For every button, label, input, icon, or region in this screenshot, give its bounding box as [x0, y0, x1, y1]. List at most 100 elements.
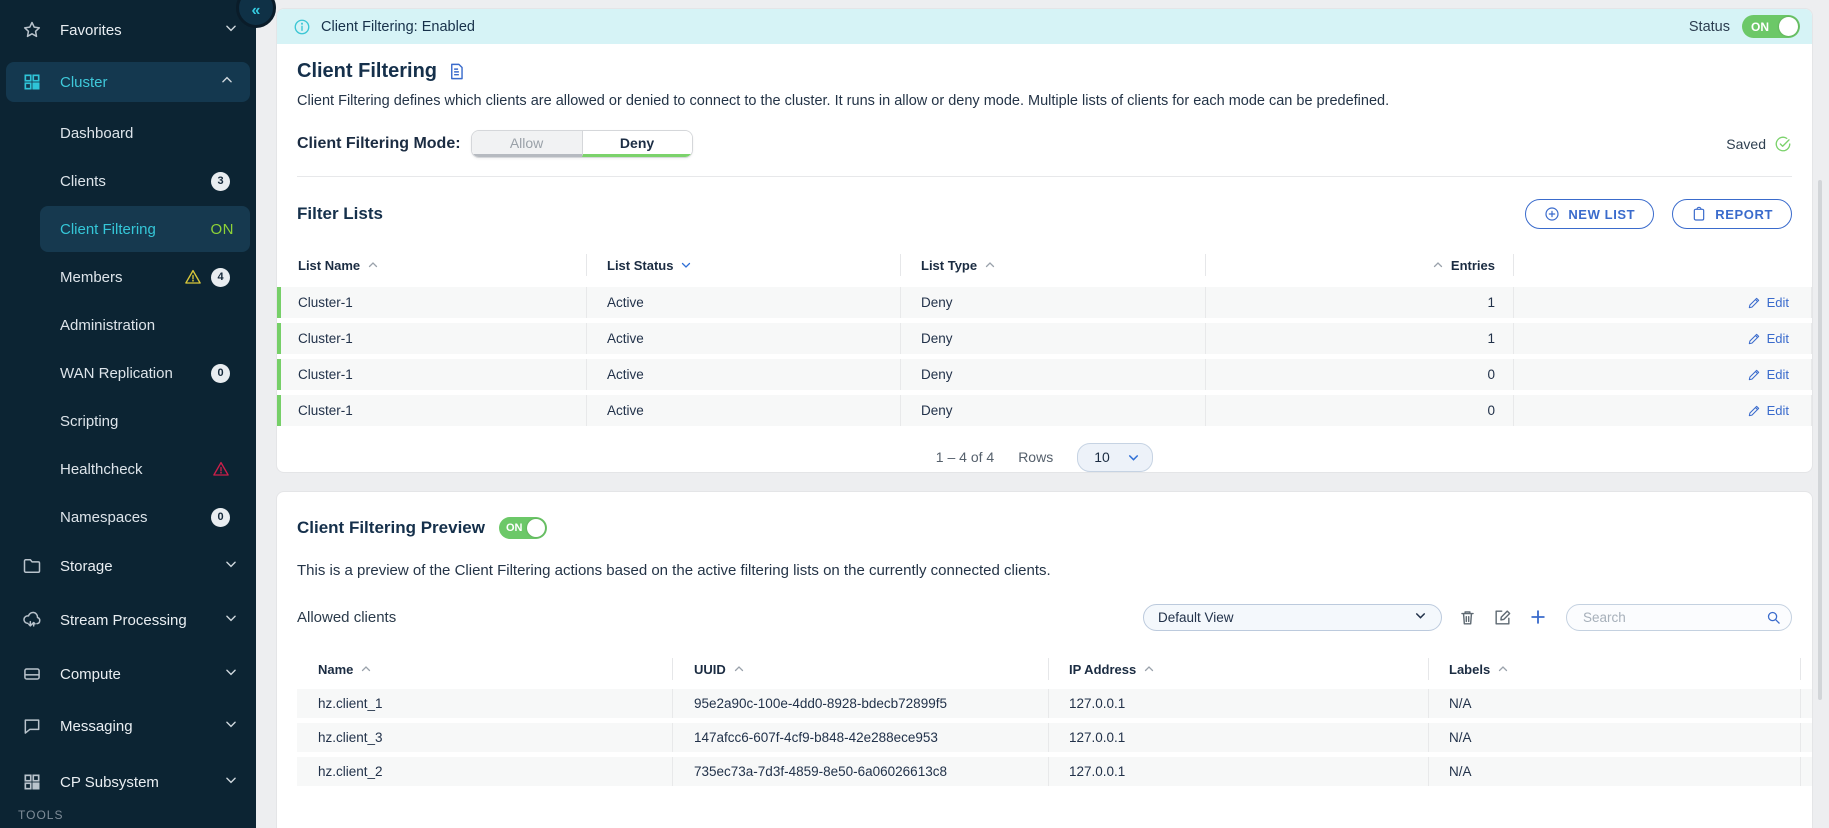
client-filtering-status: ON	[211, 221, 235, 238]
sidebar-item-label: Favorites	[60, 22, 122, 39]
sidebar-item-label: Cluster	[60, 74, 108, 91]
sort-up-icon	[367, 259, 379, 271]
filter-lists-table: List Name List Status List Type Entries	[277, 251, 1812, 472]
column-header-uuid[interactable]: UUID	[673, 658, 1049, 680]
app-window: Favorites Cluster Dashboard Clients 3 Cl…	[0, 0, 1829, 828]
sidebar-item-compute[interactable]: Compute	[0, 656, 256, 692]
table-row[interactable]: hz.client_3 147afcc6-607f-4cf9-b848-42e2…	[297, 723, 1812, 752]
search-icon	[1766, 610, 1781, 625]
report-button[interactable]: REPORT	[1672, 199, 1792, 229]
edit-link[interactable]: Edit	[1747, 403, 1789, 418]
pencil-icon	[1747, 404, 1761, 418]
edit-square-icon	[1493, 608, 1512, 627]
main-content: Client Filtering: Enabled Status ON Clie…	[256, 0, 1829, 828]
sidebar-item-administration[interactable]: Administration	[0, 308, 256, 342]
table-header-row: Name UUID IP Address Labels	[297, 657, 1812, 681]
pencil-icon	[1747, 332, 1761, 346]
namespaces-count-badge: 0	[211, 508, 230, 527]
sort-down-icon	[680, 259, 692, 271]
sidebar-item-favorites[interactable]: Favorites	[0, 12, 256, 48]
sort-up-icon	[984, 259, 996, 271]
table-row[interactable]: Cluster-1 Active Deny 0 Edit	[277, 395, 1812, 426]
page-title: Client Filtering	[297, 60, 437, 83]
pencil-icon	[1747, 296, 1761, 310]
client-filtering-card: Client Filtering: Enabled Status ON Clie…	[276, 8, 1813, 473]
mode-label: Client Filtering Mode:	[297, 135, 461, 153]
edit-link[interactable]: Edit	[1747, 367, 1789, 382]
column-header-entries[interactable]: Entries	[1206, 254, 1514, 276]
collapse-chevrons-icon: «	[252, 2, 261, 20]
column-header-list-name[interactable]: List Name	[277, 254, 587, 276]
sidebar-item-scripting[interactable]: Scripting	[0, 404, 256, 438]
rows-per-page-select[interactable]: 10	[1077, 443, 1153, 472]
chat-bubble-icon	[20, 714, 44, 738]
sidebar-item-cluster[interactable]: Cluster	[6, 62, 250, 102]
sort-up-icon	[1143, 663, 1155, 675]
members-count-badge: 4	[211, 268, 230, 287]
add-view-button[interactable]	[1528, 607, 1548, 627]
trash-icon	[1458, 608, 1477, 627]
column-header-ip-address[interactable]: IP Address	[1049, 658, 1429, 680]
pencil-icon	[1747, 368, 1761, 382]
column-header-labels[interactable]: Labels	[1429, 658, 1801, 680]
rows-per-page-label: Rows	[1018, 449, 1053, 465]
vertical-scrollbar[interactable]	[1818, 180, 1822, 700]
tools-section-label: TOOLS	[18, 808, 63, 822]
column-header-list-type[interactable]: List Type	[901, 254, 1206, 276]
chevron-down-icon	[224, 717, 238, 735]
table-row[interactable]: Cluster-1 Active Deny 0 Edit	[277, 359, 1812, 390]
sidebar-item-client-filtering[interactable]: Client Filtering ON	[40, 206, 250, 252]
sidebar: Favorites Cluster Dashboard Clients 3 Cl…	[0, 0, 256, 828]
divider	[297, 176, 1792, 177]
star-icon	[20, 18, 44, 42]
clients-count-badge: 3	[211, 172, 230, 191]
status-toggle[interactable]: ON	[1742, 15, 1800, 38]
check-circle-icon	[1774, 135, 1792, 153]
column-header-actions	[1514, 254, 1812, 276]
chevron-down-icon	[1414, 609, 1427, 625]
edit-link[interactable]: Edit	[1747, 295, 1789, 310]
preview-description: This is a preview of the Client Filterin…	[297, 562, 1792, 579]
chevron-down-icon	[224, 773, 238, 791]
sidebar-item-cp-subsystem[interactable]: CP Subsystem	[0, 764, 256, 800]
mode-allow-button[interactable]: Allow	[472, 131, 582, 157]
pagination: 1 – 4 of 4 Rows 10	[277, 442, 1812, 472]
sidebar-item-wan-replication[interactable]: WAN Replication 0	[0, 356, 256, 390]
folder-icon	[20, 554, 44, 578]
status-label: Status	[1689, 19, 1730, 35]
column-header-name[interactable]: Name	[297, 658, 673, 680]
table-row[interactable]: Cluster-1 Active Deny 1 Edit	[277, 323, 1812, 354]
table-row[interactable]: hz.client_1 95e2a90c-100e-4dd0-8928-bdec…	[297, 689, 1812, 718]
documentation-icon[interactable]	[447, 62, 466, 81]
edit-link[interactable]: Edit	[1747, 331, 1789, 346]
preview-controls: Allowed clients Default View	[297, 603, 1792, 631]
chevron-up-icon	[220, 73, 234, 91]
edit-view-button[interactable]	[1493, 608, 1512, 627]
chevron-down-icon	[224, 557, 238, 575]
mode-deny-button[interactable]: Deny	[582, 131, 692, 157]
sidebar-item-clients[interactable]: Clients 3	[0, 164, 256, 198]
chevron-down-icon	[224, 21, 238, 39]
clipboard-icon	[1691, 206, 1707, 222]
sidebar-item-dashboard[interactable]: Dashboard	[0, 116, 256, 150]
toggle-knob	[527, 519, 545, 537]
sidebar-item-messaging[interactable]: Messaging	[0, 708, 256, 744]
new-list-button[interactable]: NEW LIST	[1525, 199, 1654, 229]
warning-triangle-icon	[184, 268, 202, 286]
view-select[interactable]: Default View	[1143, 604, 1442, 631]
delete-view-button[interactable]	[1458, 608, 1477, 627]
sidebar-item-members[interactable]: Members 4	[0, 260, 256, 294]
mode-segmented-control: Allow Deny	[471, 130, 693, 158]
preview-toggle[interactable]: ON	[499, 517, 547, 539]
table-row[interactable]: Cluster-1 Active Deny 1 Edit	[277, 287, 1812, 318]
cp-grid-icon	[20, 770, 44, 794]
page-description: Client Filtering defines which clients a…	[297, 93, 1792, 109]
search-box	[1566, 604, 1792, 631]
table-row[interactable]: hz.client_2 735ec73a-7d3f-4859-8e50-6a06…	[297, 757, 1812, 786]
sidebar-item-storage[interactable]: Storage	[0, 548, 256, 584]
search-input[interactable]	[1581, 609, 1766, 626]
sidebar-item-healthcheck[interactable]: Healthcheck	[0, 452, 256, 486]
sidebar-item-namespaces[interactable]: Namespaces 0	[0, 500, 256, 534]
sidebar-item-stream-processing[interactable]: Stream Processing	[0, 602, 256, 638]
column-header-list-status[interactable]: List Status	[587, 254, 901, 276]
